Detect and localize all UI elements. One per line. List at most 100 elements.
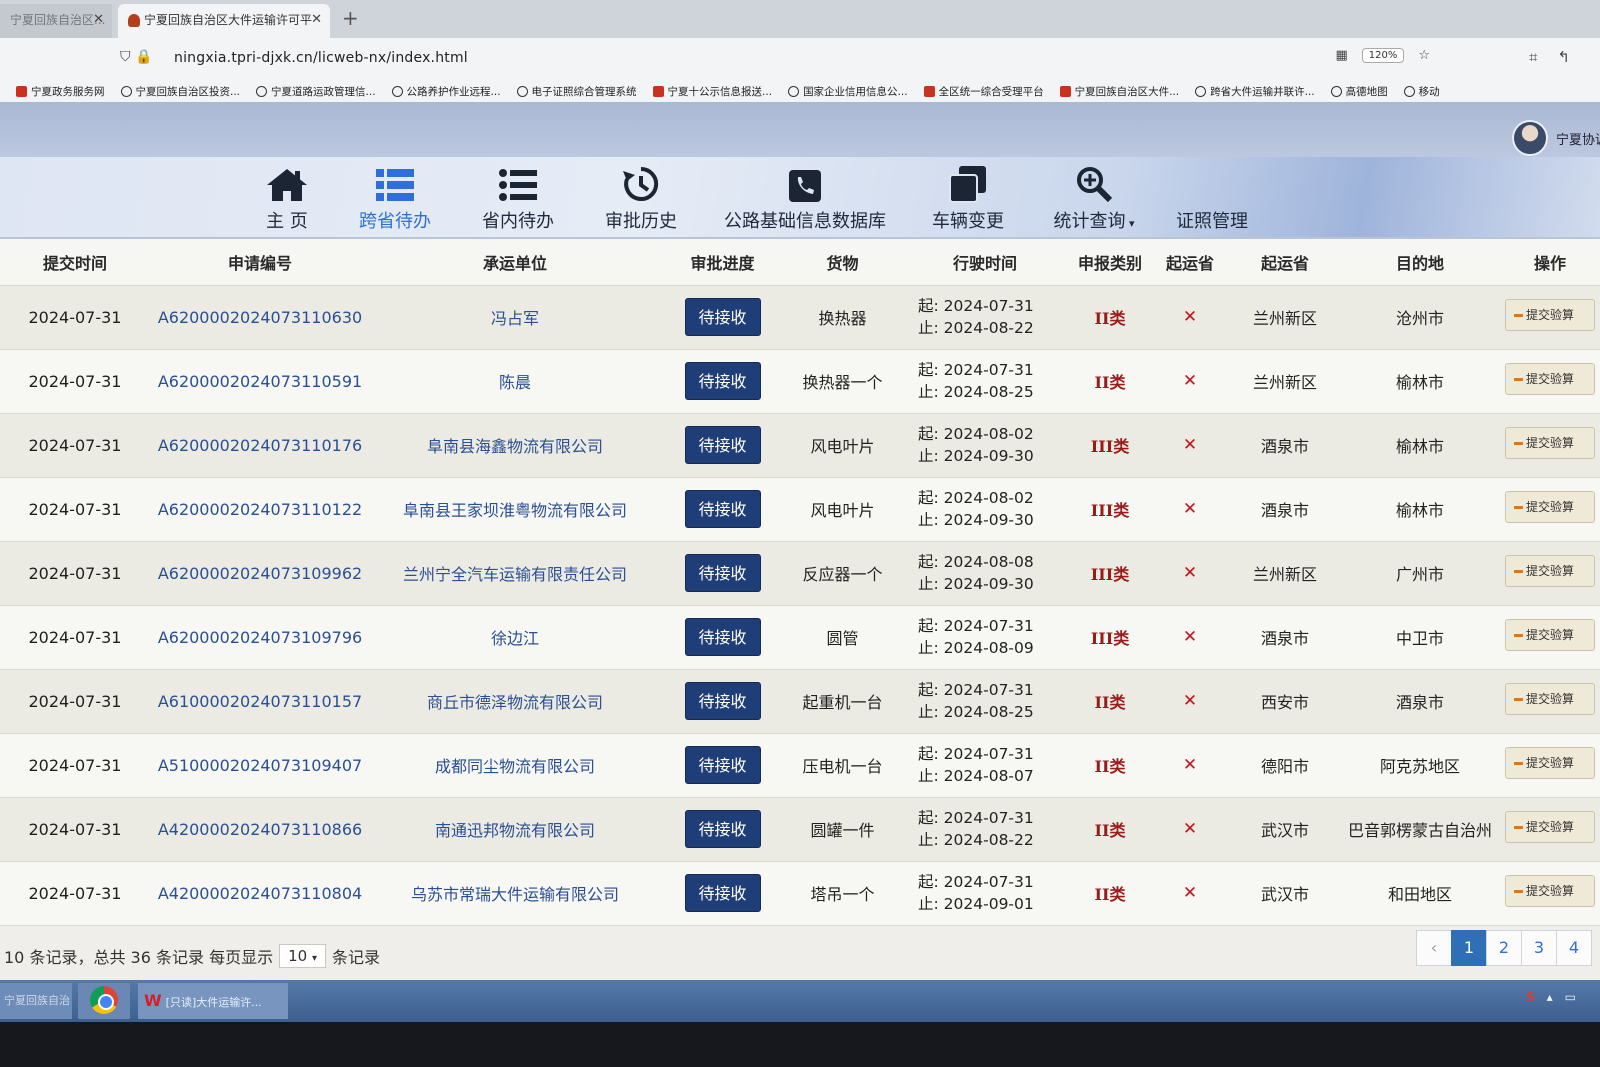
- bookmark-item[interactable]: 宁夏政务服务网: [16, 84, 105, 99]
- star-icon[interactable]: ☆: [1418, 48, 1430, 63]
- page-button-2[interactable]: 2: [1486, 930, 1522, 966]
- bookmark-item[interactable]: 宁夏十公示信息报送...: [652, 84, 772, 99]
- close-tab-icon[interactable]: ✕: [311, 4, 322, 36]
- bookmark-item[interactable]: 移动: [1403, 84, 1440, 99]
- column-header: 目的地: [1340, 239, 1500, 286]
- bookmark-item[interactable]: 公路养护作业远程...: [391, 84, 501, 99]
- carrier-link[interactable]: 乌苏市常瑞大件运输有限公司: [370, 861, 660, 926]
- bookmark-item[interactable]: 电子证照综合管理系统: [516, 84, 637, 99]
- carrier-link[interactable]: 徐边江: [370, 605, 660, 670]
- application-id-link[interactable]: A6200002024073110591: [150, 349, 370, 414]
- bookmark-item[interactable]: 宁夏道路运政管理信...: [256, 84, 376, 99]
- bookmark-item[interactable]: 宁夏回族自治区投资...: [120, 84, 240, 99]
- submit-check-button[interactable]: 提交验算: [1505, 555, 1595, 587]
- carrier-link[interactable]: 南通迅邦物流有限公司: [370, 797, 660, 862]
- status-badge[interactable]: 待接收: [684, 426, 761, 464]
- submit-check-button[interactable]: 提交验算: [1505, 875, 1595, 907]
- application-id-link[interactable]: A4200002024073110804: [150, 861, 370, 926]
- url-field[interactable]: ningxia.tpri-djxk.cn/licweb-nx/index.htm…: [174, 50, 468, 66]
- taskbar-item-site[interactable]: 宁夏回族自治区...: [0, 983, 72, 1043]
- close-tab-icon[interactable]: ✕: [93, 4, 104, 36]
- zoom-level[interactable]: 120%: [1361, 48, 1405, 63]
- start-prefix: 起:: [918, 361, 939, 379]
- browser-tab-inactive[interactable]: 宁夏回族自治区... ✕: [0, 4, 112, 38]
- nav-vehicle-change[interactable]: 车辆变更: [928, 165, 1008, 233]
- status-badge[interactable]: 待接收: [684, 362, 761, 400]
- status-badge[interactable]: 待接收: [684, 554, 761, 592]
- end-date: 2024-08-22: [943, 831, 1034, 849]
- page-button-4[interactable]: 4: [1556, 930, 1592, 966]
- browser-tab-active[interactable]: 宁夏回族自治区大件运输许可平 ✕: [118, 4, 330, 38]
- input-method-icon[interactable]: S: [1526, 990, 1535, 1004]
- taskbar-item-wps[interactable]: W [只读]大件运输许...: [138, 983, 288, 1019]
- status-badge[interactable]: 待接收: [684, 810, 761, 848]
- carrier-link[interactable]: 商丘市德泽物流有限公司: [370, 669, 660, 734]
- travel-period: 起: 2024-07-31 止: 2024-08-09: [900, 605, 1070, 670]
- nav-home[interactable]: 主 页: [262, 165, 312, 233]
- tray-expand-icon[interactable]: ▴: [1547, 990, 1553, 1004]
- status-badge[interactable]: 待接收: [684, 618, 761, 656]
- application-id-link[interactable]: A6200002024073109962: [150, 541, 370, 606]
- taskbar-item-browser[interactable]: [78, 983, 130, 1019]
- status-badge[interactable]: 待接收: [684, 746, 761, 784]
- carrier-link[interactable]: 阜南县海鑫物流有限公司: [370, 413, 660, 478]
- status-badge[interactable]: 待接收: [684, 490, 761, 528]
- bookmark-item[interactable]: 全区统一综合受理平台: [923, 84, 1044, 99]
- avatar[interactable]: [1512, 120, 1548, 156]
- status-badge[interactable]: 待接收: [684, 298, 761, 336]
- submit-check-button[interactable]: 提交验算: [1505, 811, 1595, 843]
- submit-check-button[interactable]: 提交验算: [1505, 299, 1595, 331]
- column-header: 承运单位: [370, 239, 660, 286]
- application-id-link[interactable]: A5100002024073109407: [150, 733, 370, 798]
- submit-check-button[interactable]: 提交验算: [1505, 491, 1595, 523]
- carrier-link[interactable]: 兰州宁全汽车运输有限责任公司: [370, 541, 660, 606]
- destination: 榆林市: [1340, 349, 1500, 414]
- submit-check-button[interactable]: 提交验算: [1505, 427, 1595, 459]
- shield-lock-icon[interactable]: ⛉ 🔒: [120, 49, 152, 65]
- nav-cross-province-todo[interactable]: 跨省待办: [355, 165, 435, 233]
- prev-page-button[interactable]: ‹: [1416, 930, 1452, 966]
- bookmark-item[interactable]: 宁夏回族自治区大件...: [1059, 84, 1179, 99]
- submit-check-button[interactable]: 提交验算: [1505, 747, 1595, 779]
- nav-statistics-query[interactable]: 统计查询 ▾: [1046, 165, 1142, 233]
- start-prefix: 起:: [918, 681, 939, 699]
- application-id-link[interactable]: A4200002024073110866: [150, 797, 370, 862]
- page-button-1[interactable]: 1: [1451, 930, 1487, 966]
- page-size-select[interactable]: 10 ▾: [279, 944, 326, 968]
- nav-approval-history[interactable]: 审批历史: [601, 165, 681, 233]
- crop-icon[interactable]: ⌗: [1529, 48, 1537, 66]
- user-menu[interactable]: 宁夏协调: [1512, 120, 1600, 156]
- submit-check-button[interactable]: 提交验算: [1505, 619, 1595, 651]
- column-header: 操作: [1500, 239, 1600, 286]
- back-icon[interactable]: ↰: [1557, 48, 1570, 66]
- minus-icon: [1514, 570, 1523, 573]
- submit-check-button[interactable]: 提交验算: [1505, 683, 1595, 715]
- start-prefix: 起:: [918, 809, 939, 827]
- page-button-3[interactable]: 3: [1521, 930, 1557, 966]
- qr-code-icon[interactable]: ▦: [1335, 48, 1347, 63]
- new-tab-icon[interactable]: +: [342, 6, 359, 30]
- application-id-link[interactable]: A6200002024073110630: [150, 285, 370, 350]
- application-id-link[interactable]: A6200002024073109796: [150, 605, 370, 670]
- application-id-link[interactable]: A6200002024073110176: [150, 413, 370, 478]
- submit-check-button[interactable]: 提交验算: [1505, 363, 1595, 395]
- status-badge[interactable]: 待接收: [684, 874, 761, 912]
- bookmark-item[interactable]: 国家企业信用信息公...: [788, 84, 908, 99]
- cross-icon: ✕: [1182, 307, 1198, 327]
- status-badge[interactable]: 待接收: [684, 682, 761, 720]
- bookmark-item[interactable]: 高德地图: [1330, 84, 1388, 99]
- record-suffix: 条记录: [331, 948, 380, 967]
- carrier-link[interactable]: 陈晨: [370, 349, 660, 414]
- start-date: 2024-07-31: [943, 297, 1034, 315]
- bookmark-item[interactable]: 跨省大件运输并联许...: [1195, 84, 1315, 99]
- nav-in-province-todo[interactable]: 省内待办: [478, 165, 558, 233]
- monitor-icon[interactable]: ▭: [1565, 990, 1576, 1004]
- start-date: 2024-08-02: [943, 425, 1034, 443]
- carrier-link[interactable]: 冯占军: [370, 285, 660, 350]
- carrier-link[interactable]: 阜南县王家坝淮粤物流有限公司: [370, 477, 660, 542]
- application-id-link[interactable]: A6200002024073110122: [150, 477, 370, 542]
- nav-license-management[interactable]: 证照管理: [1172, 165, 1252, 233]
- nav-road-database[interactable]: 公路基础信息数据库: [720, 165, 890, 233]
- application-id-link[interactable]: A6100002024073110157: [150, 669, 370, 734]
- carrier-link[interactable]: 成都同尘物流有限公司: [370, 733, 660, 798]
